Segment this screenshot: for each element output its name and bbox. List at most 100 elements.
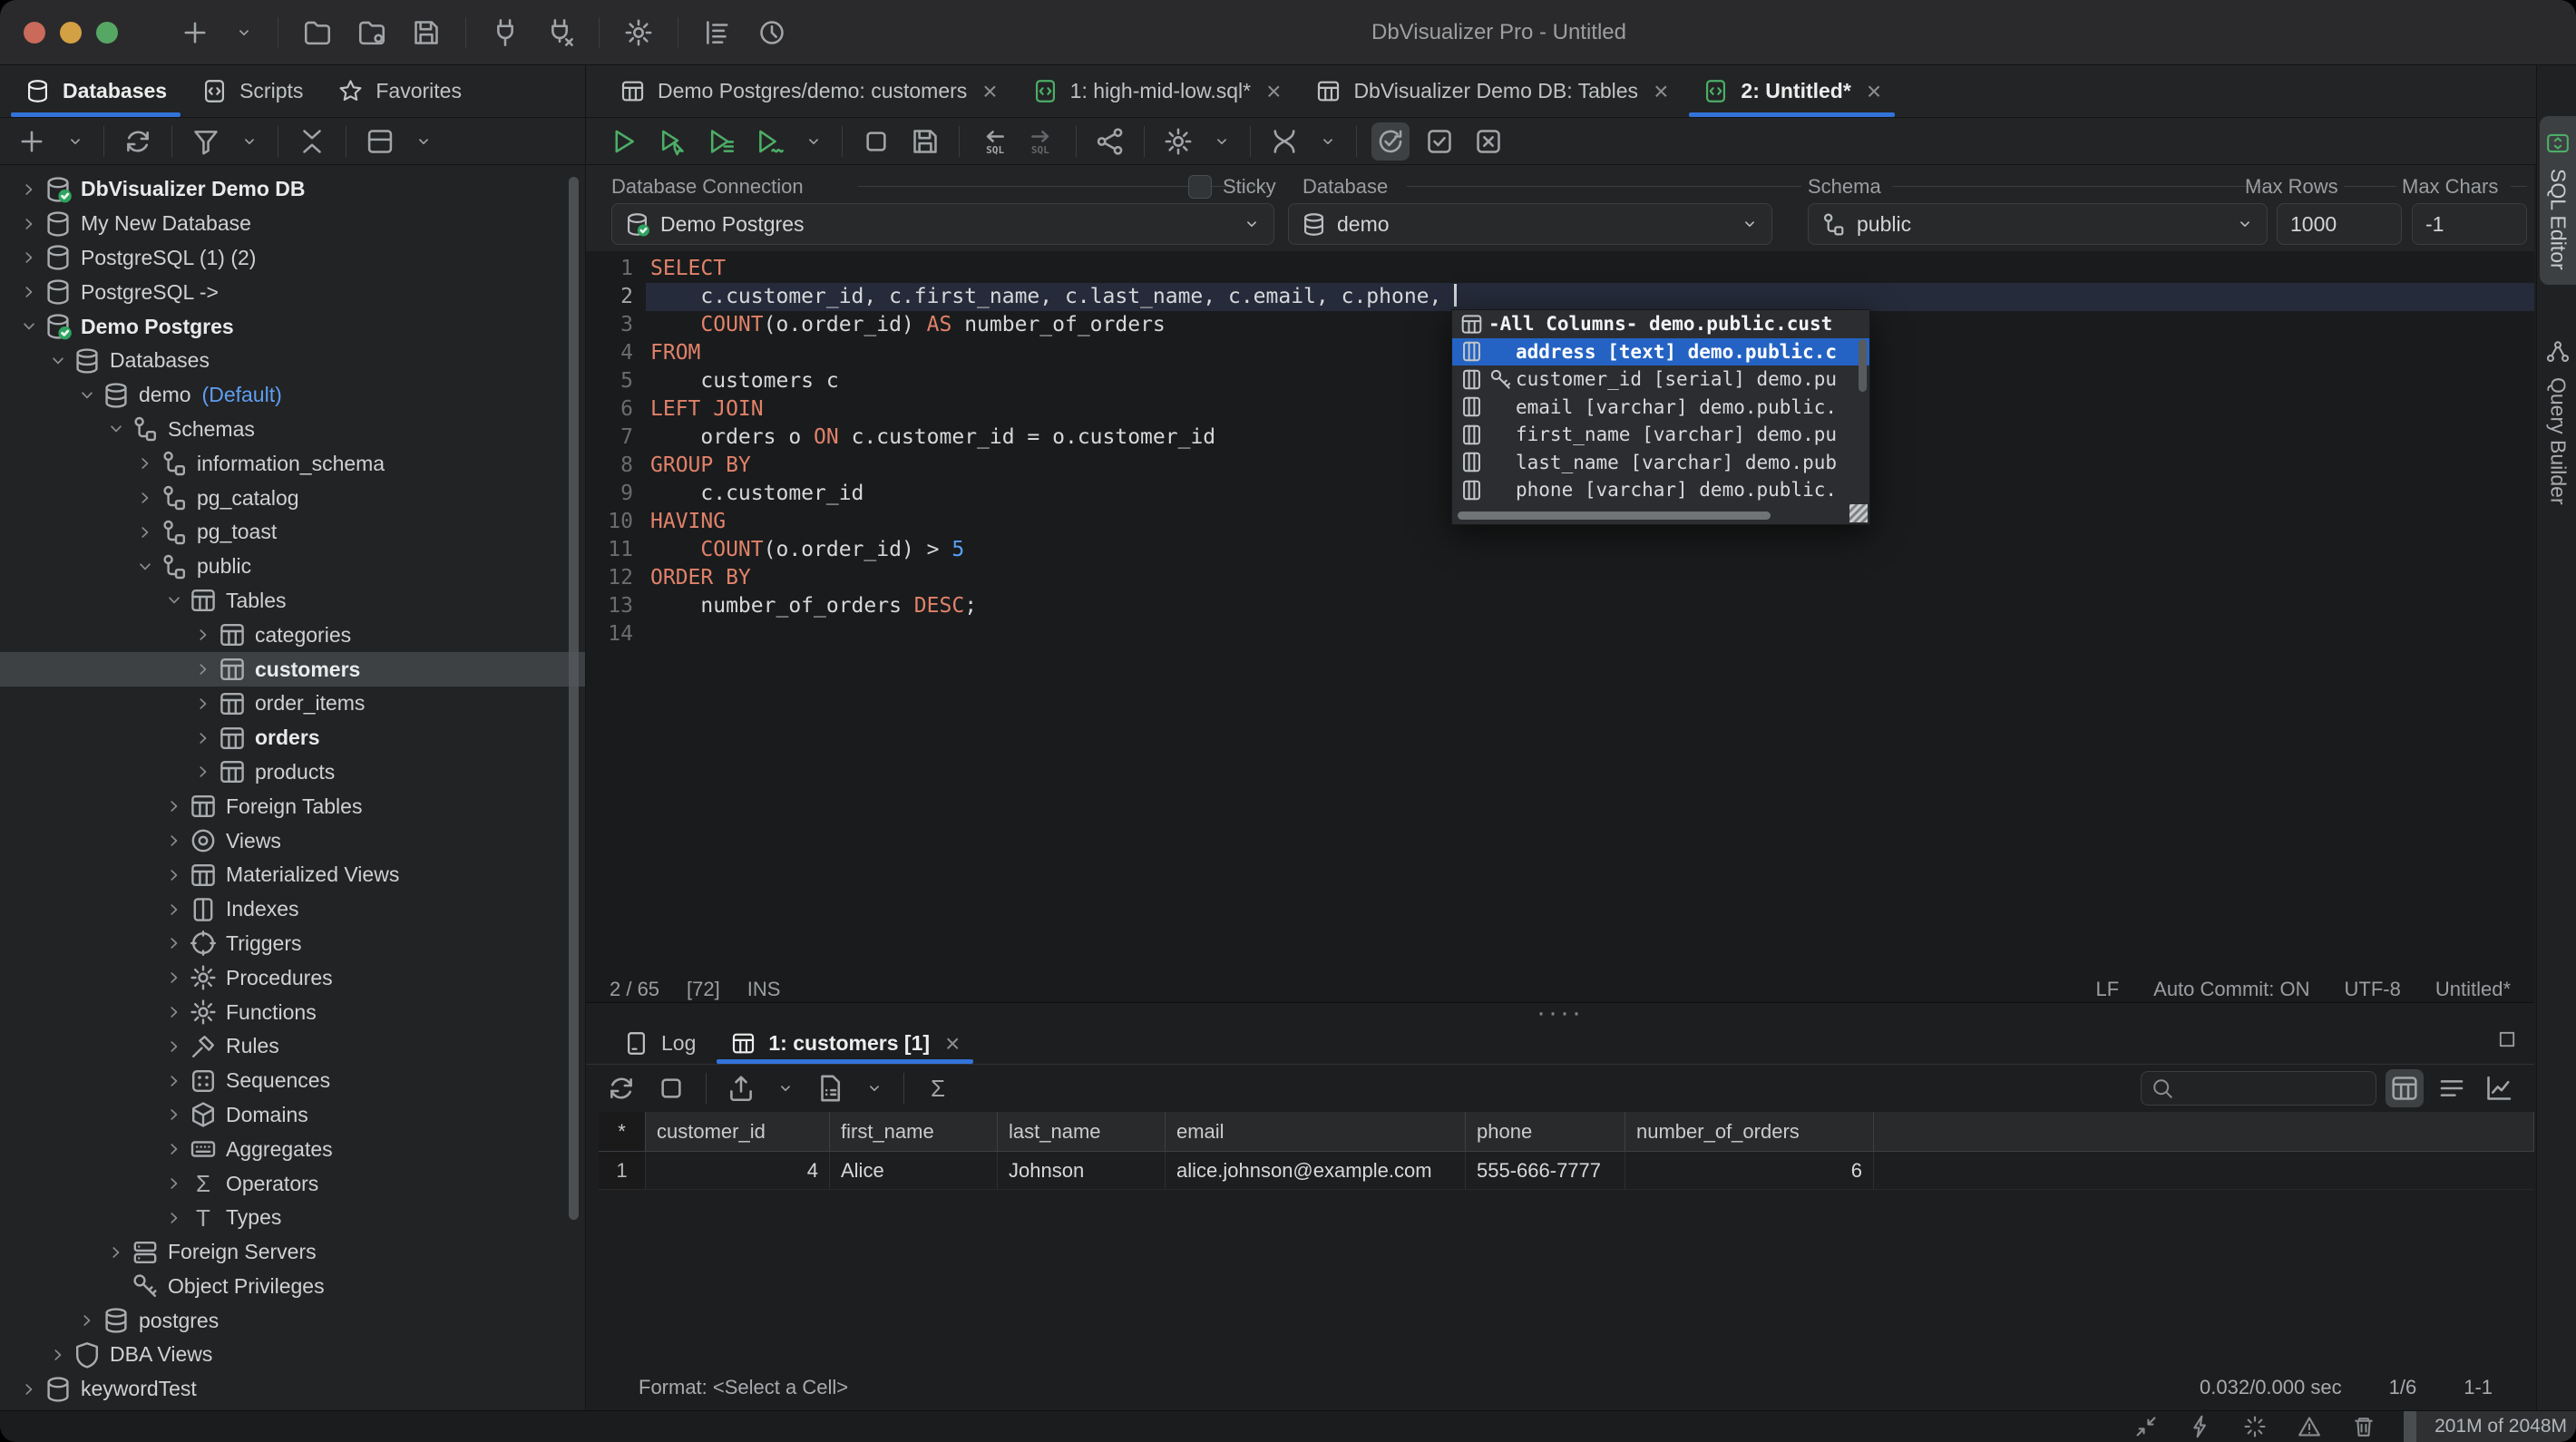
schema-select[interactable]: public	[1808, 203, 2268, 245]
tree-item-domains[interactable]: Domains	[0, 1098, 585, 1133]
tree-item-views[interactable]: Views	[0, 823, 585, 858]
warn-icon[interactable]	[2293, 1410, 2326, 1442]
tree-item-pg-catalog[interactable]: pg_catalog	[0, 481, 585, 515]
chevron-right-icon[interactable]	[161, 831, 187, 851]
tree-item-sequences[interactable]: Sequences	[0, 1064, 585, 1098]
cell-number_of_orders[interactable]: 6	[1625, 1152, 1874, 1189]
chevron-down-icon[interactable]	[45, 351, 71, 371]
tree-item-categories[interactable]: categories	[0, 618, 585, 652]
tree-item-keywordtest[interactable]: keywordTest	[0, 1372, 585, 1407]
chevron-right-icon[interactable]	[190, 659, 216, 679]
cell-customer_id[interactable]: 4	[646, 1152, 830, 1189]
tree-item-foreign-servers[interactable]: Foreign Servers	[0, 1235, 585, 1270]
autocomplete-item-last-name[interactable]: last_name [varchar] demo.pub	[1452, 449, 1869, 477]
chevron-right-icon[interactable]	[132, 453, 158, 473]
column-header-first_name[interactable]: first_name	[830, 1112, 998, 1151]
tree-item-products[interactable]: products	[0, 755, 585, 790]
grid-doc-icon[interactable]	[811, 1069, 849, 1107]
cell-phone[interactable]: 555-666-7777	[1466, 1152, 1625, 1189]
chevron-right-icon[interactable]	[161, 1105, 187, 1125]
bolt-icon[interactable]	[2184, 1410, 2217, 1442]
main-gear-icon[interactable]	[620, 14, 658, 52]
autocomplete-item-phone[interactable]: phone [varchar] demo.public.	[1452, 476, 1869, 504]
tree-item-rules[interactable]: Rules	[0, 1029, 585, 1064]
tree-item-functions[interactable]: Functions	[0, 995, 585, 1029]
tree-item-postgresql-[interactable]: PostgreSQL ->	[0, 275, 585, 309]
tree-item-triggers[interactable]: Triggers	[0, 927, 585, 961]
chart-view-icon[interactable]	[2480, 1069, 2518, 1107]
chevron-right-icon[interactable]	[132, 488, 158, 508]
tree-scrollbar[interactable]	[569, 177, 579, 1220]
rail-tab-sql-editor[interactable]: SQL Editor	[2540, 116, 2576, 285]
chevron-right-icon[interactable]	[161, 1037, 187, 1057]
grid-caret-icon[interactable]	[861, 1075, 888, 1102]
chevron-right-icon[interactable]	[190, 694, 216, 714]
grid-caret-icon[interactable]	[772, 1075, 799, 1102]
editor-tab-1-high-mid-low-sql-[interactable]: 1: high-mid-low.sql*×	[1015, 65, 1299, 117]
chevron-right-icon[interactable]	[161, 933, 187, 953]
main-folderNew-icon[interactable]	[353, 14, 391, 52]
main-plugX-icon[interactable]	[541, 14, 579, 52]
tree-item-order-items[interactable]: order_items	[0, 687, 585, 721]
sidebar-tab-scripts[interactable]: Scripts	[184, 65, 320, 117]
chevron-right-icon[interactable]	[161, 1139, 187, 1159]
chevron-right-icon[interactable]	[132, 522, 158, 542]
tree-item-demo[interactable]: demo(Default)	[0, 378, 585, 413]
sql-stop-icon[interactable]	[857, 122, 895, 161]
cell-email[interactable]: alice.johnson@example.com	[1166, 1152, 1466, 1189]
tree-item-postgres[interactable]: postgres	[0, 1303, 585, 1338]
result-tab-log[interactable]: Log	[606, 1023, 713, 1064]
tree-item-types[interactable]: TTypes	[0, 1201, 585, 1235]
cell-first_name[interactable]: Alice	[830, 1152, 998, 1189]
shrink-icon[interactable]	[2130, 1410, 2162, 1442]
cell-rownum[interactable]: 1	[599, 1152, 646, 1189]
tree-item-procedures[interactable]: Procedures	[0, 960, 585, 995]
chevron-right-icon[interactable]	[161, 796, 187, 816]
max-chars-input[interactable]: -1	[2412, 203, 2527, 245]
main-plus-icon[interactable]	[176, 14, 214, 52]
result-tab-1-customers-1-[interactable]: 1: customers [1]×	[713, 1023, 977, 1064]
main-plug-icon[interactable]	[486, 14, 524, 52]
sql-xbox-icon[interactable]	[1469, 122, 1508, 161]
rail-tab-query-builder[interactable]: Query Builder	[2540, 325, 2576, 520]
database-select[interactable]: demo	[1288, 203, 1772, 245]
tree-refresh-icon[interactable]	[119, 122, 157, 161]
code-line-2[interactable]: 2 c.customer_id, c.first_name, c.last_na…	[586, 283, 2534, 311]
main-bars-icon[interactable]	[698, 14, 737, 52]
close-tab-icon[interactable]: ×	[982, 77, 997, 106]
main-save-icon[interactable]	[407, 14, 445, 52]
column-header-rownum[interactable]: *	[599, 1112, 646, 1151]
editor-tab-demo-postgres-demo-customers[interactable]: Demo Postgres/demo: customers×	[602, 65, 1015, 117]
cell-last_name[interactable]: Johnson	[998, 1152, 1166, 1189]
column-header-email[interactable]: email	[1166, 1112, 1466, 1151]
editor-tab-2-untitled-[interactable]: 2: Untitled*×	[1685, 65, 1898, 117]
chevron-down-icon[interactable]	[16, 317, 42, 336]
column-header-last_name[interactable]: last_name	[998, 1112, 1166, 1151]
autocomplete-item--all[interactable]: -All Columns- demo.public.cust	[1452, 310, 1869, 338]
chevron-right-icon[interactable]	[16, 214, 42, 234]
chevron-right-icon[interactable]	[103, 1242, 129, 1262]
sql-share-icon[interactable]	[1091, 122, 1129, 161]
search-input[interactable]	[2141, 1071, 2376, 1106]
chevron-right-icon[interactable]	[161, 1174, 187, 1194]
sticky-checkbox[interactable]	[1188, 175, 1212, 199]
popup-hscrollbar[interactable]	[1458, 512, 1771, 520]
results-splitter[interactable]: ····	[586, 1003, 2534, 1023]
popup-resize-grip[interactable]	[1849, 504, 1868, 522]
close-window-button[interactable]	[24, 22, 45, 44]
chevron-right-icon[interactable]	[161, 1002, 187, 1022]
connection-select[interactable]: Demo Postgres	[611, 203, 1274, 245]
chevron-right-icon[interactable]	[16, 282, 42, 302]
tree-item-dbvisualizer-demo-db[interactable]: DbVisualizer Demo DB	[0, 172, 585, 207]
column-header-number_of_orders[interactable]: number_of_orders	[1625, 1112, 1874, 1151]
chevron-right-icon[interactable]	[16, 180, 42, 200]
popup-vscrollbar[interactable]	[1859, 339, 1867, 392]
autocomplete-item-customer-id[interactable]: customer_id [serial] demo.pu	[1452, 365, 1869, 394]
editor-tab-dbvisualizer-demo-db-tables[interactable]: DbVisualizer Demo DB: Tables×	[1298, 65, 1685, 117]
column-header-customer_id[interactable]: customer_id	[646, 1112, 830, 1151]
burst-icon[interactable]	[2239, 1410, 2271, 1442]
close-tab-icon[interactable]: ×	[1867, 77, 1881, 106]
grid-export-icon[interactable]	[722, 1069, 760, 1107]
minimize-window-button[interactable]	[60, 22, 82, 44]
grid-sigma-icon[interactable]: Σ	[920, 1070, 956, 1106]
